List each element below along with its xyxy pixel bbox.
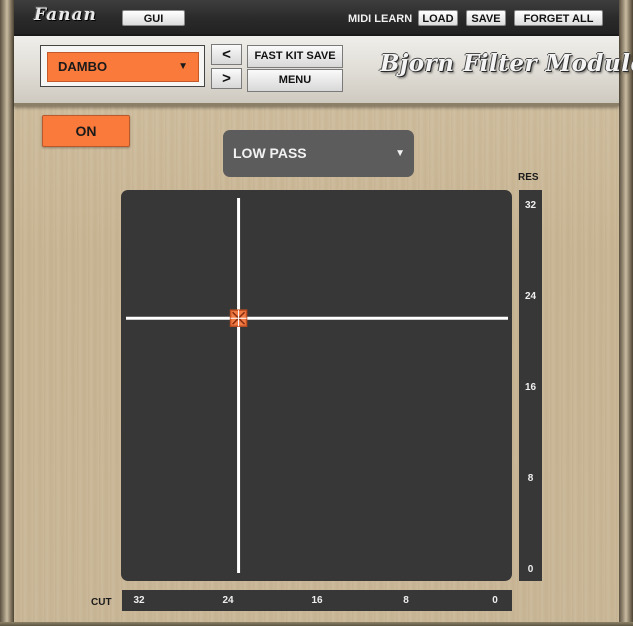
cut-tick-label: 8 <box>403 595 409 606</box>
header-panel: DAMBO ▼ < > FAST KIT SAVE MENU Bjorn Fil… <box>14 36 633 106</box>
kit-dropdown-value: DAMBO <box>58 59 108 74</box>
midi-learn-label: MIDI LEARN <box>348 13 413 25</box>
res-tick-label: 0 <box>527 564 534 575</box>
power-toggle-button[interactable]: ON <box>42 115 130 147</box>
res-axis-label: RES <box>518 172 539 183</box>
prev-kit-button[interactable]: < <box>211 44 242 65</box>
kit-dropdown[interactable]: DAMBO ▼ <box>47 52 199 82</box>
fast-kit-save-button[interactable]: FAST KIT SAVE <box>247 45 343 68</box>
right-rail <box>619 0 633 626</box>
forget-all-button[interactable]: FORGET ALL <box>514 10 603 26</box>
xy-filter-pad[interactable] <box>121 190 512 581</box>
cut-scale: 32 24 16 8 0 <box>122 590 512 611</box>
res-tick-label: 24 <box>524 291 537 302</box>
kit-selector-frame: DAMBO ▼ <box>40 45 205 87</box>
bottom-rail <box>0 622 633 626</box>
gui-button[interactable]: GUI <box>122 10 185 26</box>
app-logo: Fanan <box>34 5 97 25</box>
cut-tick-label: 16 <box>311 595 323 606</box>
res-scale: 32 24 16 8 0 <box>519 190 542 581</box>
res-tick-label: 32 <box>524 200 537 211</box>
chevron-down-icon: ▼ <box>395 148 405 159</box>
res-tick-label: 16 <box>524 382 537 393</box>
cut-tick-label: 32 <box>133 595 145 606</box>
crosshair-handle-icon[interactable] <box>229 309 248 327</box>
cut-tick-label: 0 <box>492 595 498 606</box>
menu-button[interactable]: MENU <box>247 69 343 92</box>
left-rail <box>0 0 14 626</box>
save-button[interactable]: SAVE <box>466 10 506 26</box>
top-bar: Fanan GUI MIDI LEARN LOAD SAVE FORGET AL… <box>14 0 619 36</box>
next-kit-button[interactable]: > <box>211 68 242 89</box>
xy-pad-canvas <box>126 198 508 573</box>
cut-axis-label: CUT <box>91 597 112 608</box>
brand-logo: Bjorn Filter Module <box>380 50 633 77</box>
res-tick-label: 8 <box>527 473 534 484</box>
filter-type-dropdown[interactable]: LOW PASS ▼ <box>223 130 414 177</box>
cut-tick-label: 24 <box>222 595 234 606</box>
load-button[interactable]: LOAD <box>418 10 458 26</box>
chevron-down-icon: ▼ <box>178 61 188 72</box>
filter-type-value: LOW PASS <box>233 145 307 161</box>
